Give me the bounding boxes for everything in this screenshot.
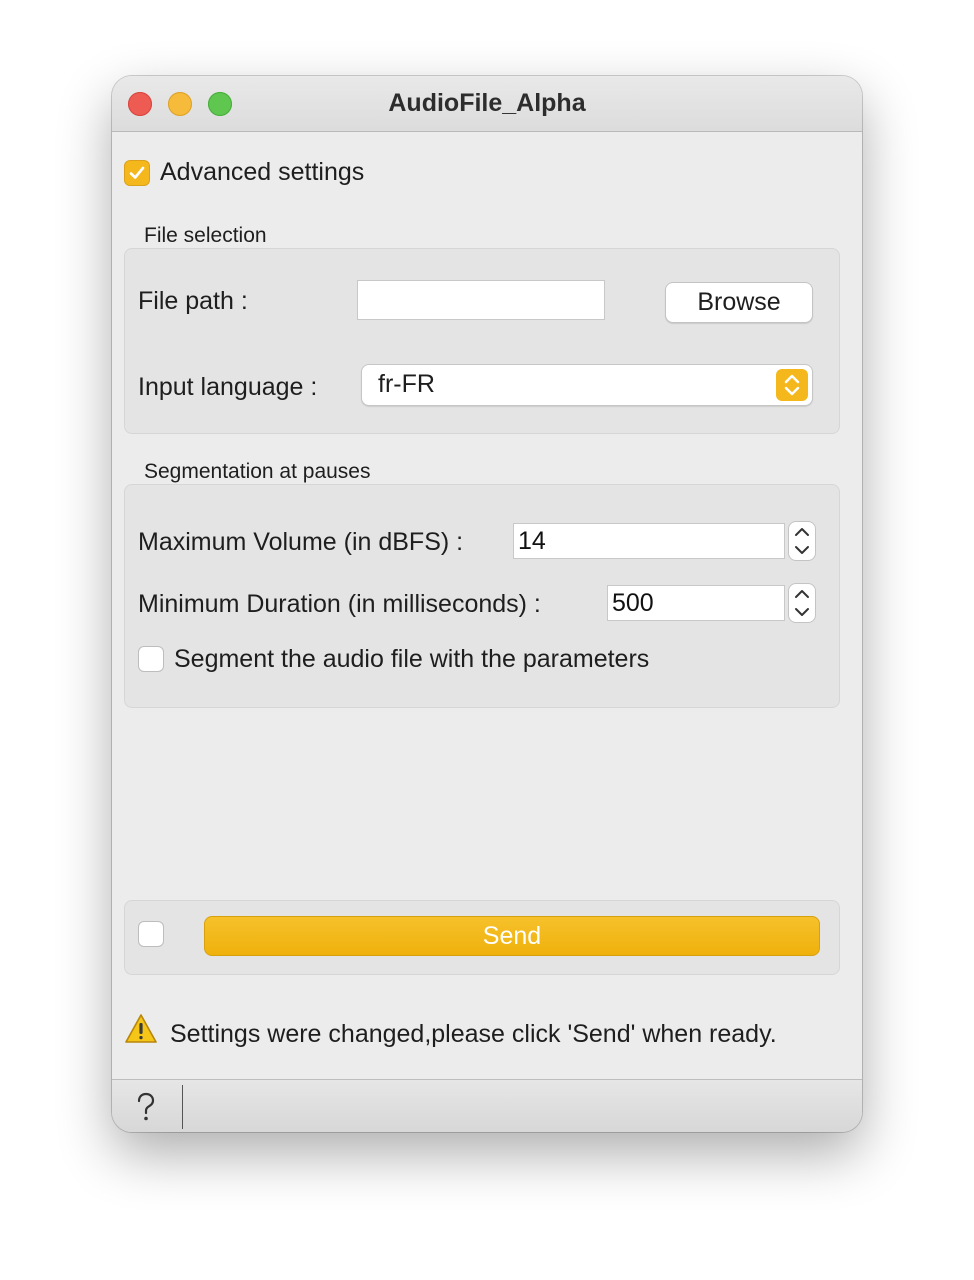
max-volume-input[interactable]: 14 xyxy=(513,523,785,559)
advanced-settings-checkbox[interactable] xyxy=(124,160,150,186)
auto-send-checkbox[interactable] xyxy=(138,921,164,947)
segmentation-title: Segmentation at pauses xyxy=(144,460,371,483)
checkmark-icon xyxy=(129,166,145,179)
warning-icon xyxy=(124,1013,158,1045)
file-path-input[interactable] xyxy=(357,280,605,320)
browse-button[interactable]: Browse xyxy=(665,282,813,323)
window-title: AudioFile_Alpha xyxy=(388,89,586,117)
segment-audio-label[interactable]: Segment the audio file with the paramete… xyxy=(174,645,649,674)
status-bar xyxy=(112,1079,862,1132)
max-volume-label: Maximum Volume (in dBFS) : xyxy=(138,528,464,556)
stepper-arrows-icon xyxy=(795,528,809,554)
max-volume-stepper[interactable] xyxy=(788,521,816,561)
app-window: AudioFile_Alpha Advanced settings File s… xyxy=(112,76,862,1132)
file-selection-group xyxy=(124,248,840,434)
status-message: Settings were changed,please click 'Send… xyxy=(170,1020,777,1048)
input-language-select[interactable]: fr-FR xyxy=(361,364,813,406)
advanced-settings-label[interactable]: Advanced settings xyxy=(160,158,364,187)
input-language-value: fr-FR xyxy=(378,370,435,398)
segment-audio-checkbox[interactable] xyxy=(138,646,164,672)
send-button[interactable]: Send xyxy=(204,916,820,956)
question-mark-icon[interactable] xyxy=(134,1092,158,1122)
file-selection-title: File selection xyxy=(144,224,267,247)
input-language-label: Input language : xyxy=(138,373,318,401)
title-bar[interactable]: AudioFile_Alpha xyxy=(112,76,862,132)
min-duration-label: Minimum Duration (in milliseconds) : xyxy=(138,590,541,618)
updown-arrows-icon xyxy=(776,369,808,401)
file-path-label: File path : xyxy=(138,287,248,315)
min-duration-stepper[interactable] xyxy=(788,583,816,623)
min-duration-input[interactable]: 500 xyxy=(607,585,785,621)
stepper-arrows-icon xyxy=(795,590,809,616)
status-bar-divider xyxy=(182,1085,183,1129)
